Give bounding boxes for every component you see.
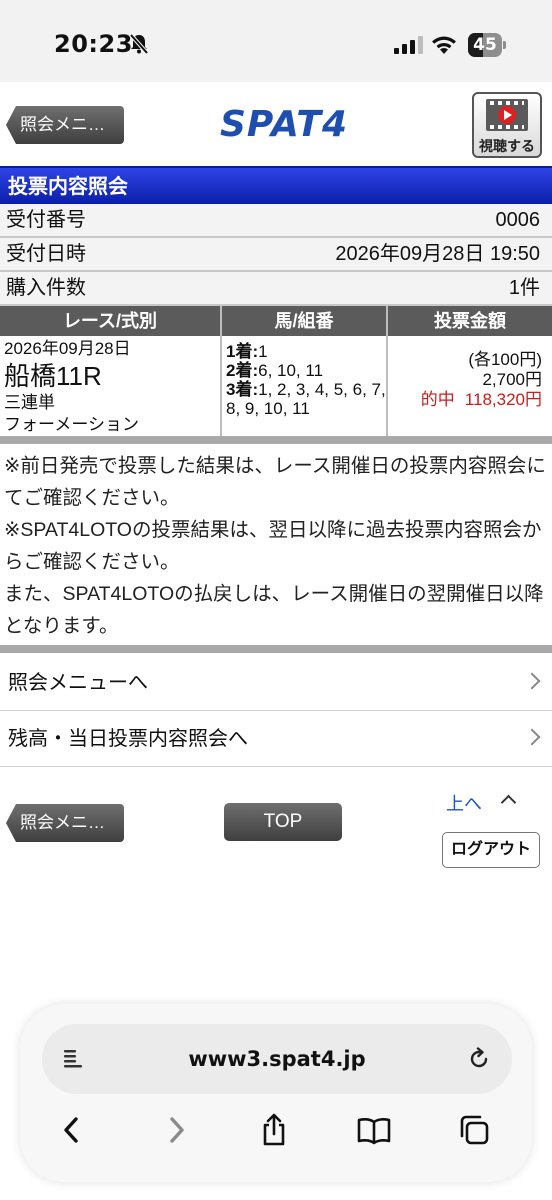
status-time: 20:23 (54, 30, 133, 58)
spat4-logo: SPAT4 (220, 104, 349, 145)
column-divider (386, 306, 388, 436)
chevron-right-icon (523, 728, 541, 746)
info-value: 0006 (495, 209, 541, 231)
play-icon (498, 106, 516, 124)
hit-label: 的中 (420, 390, 455, 409)
info-row-receipt-number: 受付番号 0006 (0, 204, 552, 238)
race-name: 船橋11R (4, 361, 102, 391)
silent-bell-icon (129, 33, 149, 55)
notice-line: ※前日発売で投票した結果は、レース開催日の投票内容照会にてご確認ください。 (4, 455, 546, 509)
bet-table: レース/式別 馬/組番 投票金額 2026年09月28日 船橋11R 三連単 フ… (0, 306, 552, 436)
horse-numbers: 1 (258, 342, 268, 361)
amount-cell: (各100円) 2,700円 的中 118,320円 (390, 350, 542, 410)
battery-percent: 45 (473, 35, 497, 55)
info-label: 受付番号 (6, 209, 86, 231)
section-divider (0, 645, 552, 653)
wifi-icon (432, 36, 456, 54)
notice-line: ※SPAT4LOTOの投票結果は、翌日以降に過去投票内容照会からご確認ください。 (4, 519, 542, 573)
col-header-horses: 馬/組番 (274, 311, 334, 331)
race-cell: 2026年09月28日 船橋11R 三連単 フォーメーション (4, 338, 218, 436)
horse-line-3rd: 3着:1, 2, 3, 4, 5, 6, 7, 8, 9, 10, 11 (226, 380, 386, 418)
site-header: 照会メニ… SPAT4 視聴する (0, 82, 552, 166)
place-label: 2着: (226, 361, 259, 380)
info-label: 購入件数 (6, 277, 86, 299)
bookmarks-icon[interactable] (356, 1112, 392, 1148)
url-text: www3.spat4.jp (188, 1047, 366, 1071)
back-to-menu-button[interactable]: 照会メニ… (6, 106, 124, 144)
col-header-race: レース/式別 (62, 311, 158, 331)
status-bar: 20:23 45 (0, 0, 552, 82)
back-icon[interactable] (54, 1112, 90, 1148)
hit-amount: 118,320円 (464, 390, 542, 409)
info-value: 1件 (508, 277, 540, 299)
horse-line-2nd: 2着:6, 10, 11 (226, 361, 386, 380)
info-row-purchase-count: 購入件数 1件 (0, 272, 552, 306)
bet-type: 三連単 (4, 393, 55, 412)
link-label: 照会メニューへ (8, 672, 148, 694)
battery-indicator: 45 (468, 33, 506, 57)
horse-line-1st: 1着:1 (226, 342, 386, 361)
share-icon[interactable] (256, 1112, 292, 1148)
page-title: 投票内容照会 (0, 166, 552, 204)
reload-icon[interactable] (467, 1047, 491, 1071)
notice-line: また、SPAT4LOTOの払戻しは、レース開催日の翌開催日以降となります。 (4, 583, 544, 637)
place-label: 1着: (226, 342, 259, 361)
link-balance-today-inquiry[interactable]: 残高・当日投票内容照会へ (0, 711, 552, 767)
chevron-up-icon[interactable] (500, 794, 517, 811)
notice-text: ※前日発売で投票した結果は、レース開催日の投票内容照会にてご確認ください。 ※S… (4, 450, 550, 642)
link-inquiry-menu[interactable]: 照会メニューへ (0, 655, 552, 711)
logout-button[interactable]: ログアウト (442, 832, 540, 868)
place-label: 3着: (226, 380, 259, 399)
cellular-signal-icon (394, 36, 423, 54)
hit-result: 的中 118,320円 (390, 390, 542, 410)
info-label: 受付日時 (6, 243, 86, 265)
race-date: 2026年09月28日 (4, 339, 131, 358)
horse-numbers: 6, 10, 11 (258, 361, 324, 380)
table-header: レース/式別 馬/組番 投票金額 (0, 306, 552, 336)
scroll-up-link[interactable]: 上へ (446, 790, 482, 816)
info-value: 2026年09月28日 19:50 (335, 243, 540, 265)
watch-video-button[interactable]: 視聴する (472, 92, 542, 158)
column-divider (220, 306, 222, 436)
section-divider (0, 436, 552, 444)
horses-cell: 1着:1 2着:6, 10, 11 3着:1, 2, 3, 4, 5, 6, 7… (226, 342, 386, 418)
watch-video-label: 視聴する (479, 138, 535, 154)
amount-total: 2,700円 (482, 370, 542, 389)
amount-each: (各100円) (468, 350, 542, 369)
link-label: 残高・当日投票内容照会へ (8, 728, 248, 750)
top-button[interactable]: TOP (224, 803, 342, 841)
col-header-amount: 投票金額 (434, 311, 506, 331)
film-icon (486, 99, 528, 131)
info-row-receipt-datetime: 受付日時 2026年09月28日 19:50 (0, 238, 552, 272)
browser-toolbar: www3.spat4.jp (20, 1004, 532, 1182)
bet-method: フォーメーション (4, 415, 139, 434)
tabs-icon[interactable] (456, 1112, 492, 1148)
forward-icon[interactable] (158, 1112, 194, 1148)
back-to-menu-button-bottom[interactable]: 照会メニ… (6, 804, 124, 842)
address-bar[interactable]: www3.spat4.jp (42, 1024, 512, 1094)
chevron-right-icon (523, 672, 541, 690)
battery-cap (503, 41, 506, 49)
